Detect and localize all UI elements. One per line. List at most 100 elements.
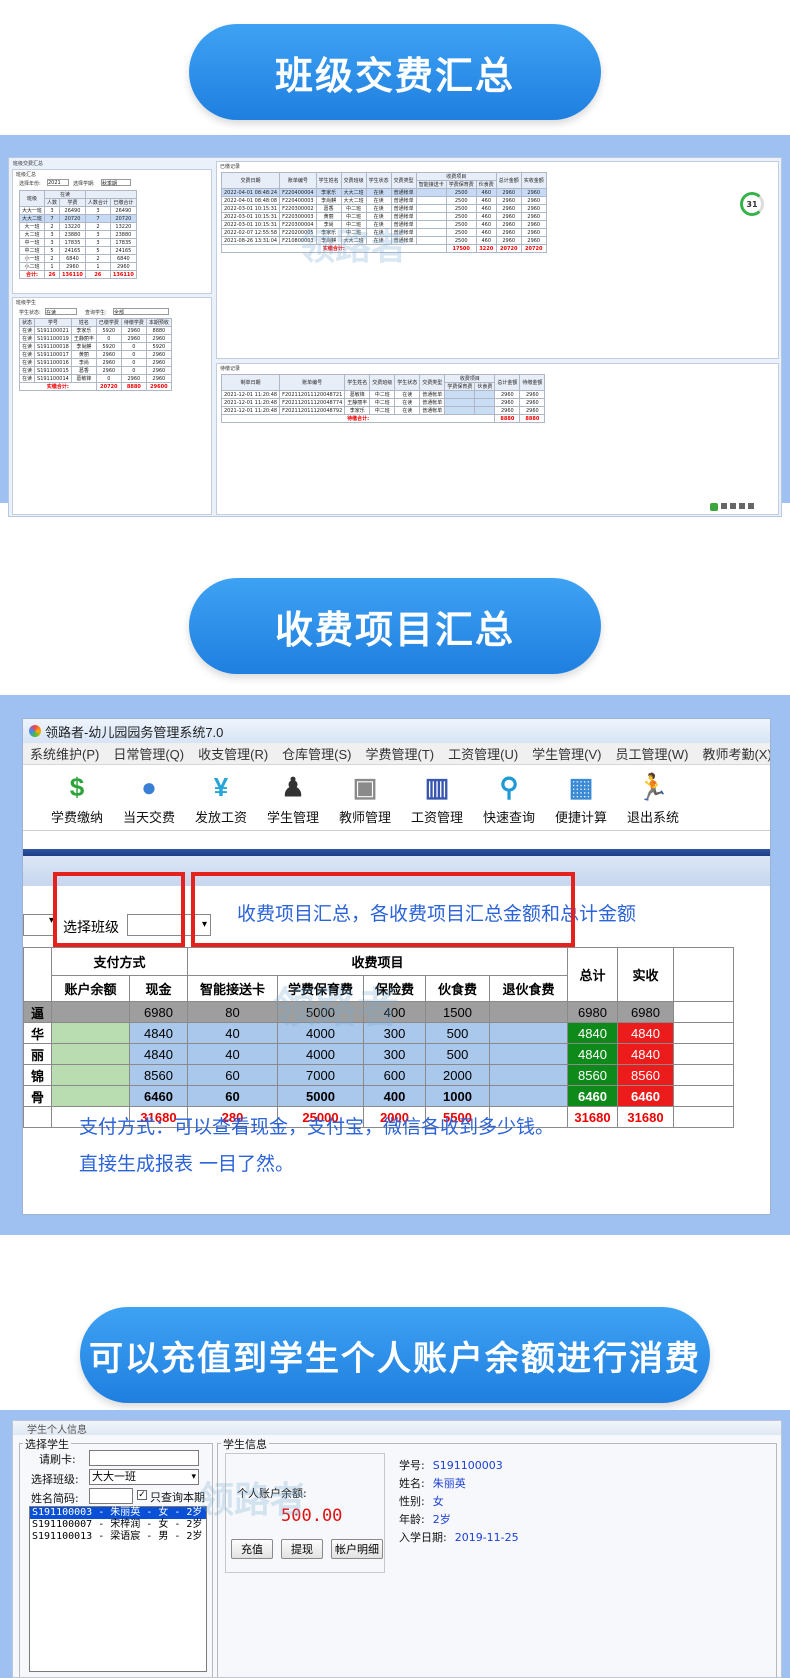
table-cell: 6460 bbox=[129, 1085, 188, 1107]
column-header: 总计金额 bbox=[494, 374, 521, 391]
toolbar-button-2[interactable]: ¥ 发放工资 bbox=[185, 770, 257, 830]
table-row[interactable]: 2021-12-01 11:20:48 F202112011120048721 葛敏… bbox=[220, 390, 546, 399]
toolbar-button-4[interactable]: ▣ 教师管理 bbox=[329, 770, 401, 830]
toolbar-button-1[interactable]: ● 当天交费 bbox=[113, 770, 185, 830]
menu-item[interactable]: 学费管理(T) bbox=[359, 744, 442, 763]
table-row[interactable]: 骨 6460 60 5000 400 1000 6460 6460 bbox=[23, 1085, 734, 1107]
table-row[interactable]: 在读 S191100016 李尚 2960 0 2960 bbox=[18, 358, 172, 367]
student-list-item[interactable]: S191100003 - 朱丽英 - 女 - 2岁 bbox=[30, 1507, 206, 1519]
toolbar-button-3[interactable]: ♟ 学生管理 bbox=[257, 770, 329, 830]
table-cell: 4840 bbox=[567, 1022, 618, 1044]
class-table: 班级 在读 人数 学费 人数合计 已缴合计 大大一班 3 26490 3 26490 大大二班 7 207… bbox=[18, 190, 137, 279]
recharge-button[interactable]: 充值 bbox=[231, 1539, 273, 1559]
withdraw-button[interactable]: 提现 bbox=[281, 1539, 323, 1559]
term-select[interactable]: 秋季期 bbox=[101, 179, 131, 187]
student-list-item[interactable]: S191100013 - 梁语宸 - 男 - 2岁 bbox=[30, 1531, 206, 1543]
table-row[interactable]: 中二班 5 24165 5 24165 bbox=[18, 246, 137, 255]
toolbar-button-8[interactable]: 🏃 退出系统 bbox=[617, 770, 689, 830]
table-row[interactable]: 在读 S191100014 葛敏锋 0 2960 2960 bbox=[18, 374, 172, 383]
total-label: 实缴合计: bbox=[221, 244, 447, 253]
year-select[interactable]: 2021 bbox=[47, 179, 69, 186]
table-cell: 2960 bbox=[519, 398, 546, 407]
tray-icons bbox=[710, 503, 770, 511]
yen-icon: ¥ bbox=[213, 771, 229, 802]
paid-records-title: 已缴记录 bbox=[220, 164, 241, 170]
menu-item[interactable]: 系统维护(P) bbox=[23, 744, 106, 763]
table-row[interactable]: 2022-03-01 10:15:31 F220300003 黄丽 中二班 在读 普通帐单… bbox=[220, 212, 547, 221]
table-row[interactable]: 在读 S191100017 黄丽 2960 0 2960 bbox=[18, 350, 172, 359]
table-row[interactable]: 在读 S191100019 王静丽丰 0 2960 2960 bbox=[18, 334, 172, 343]
table-cell: 2960 bbox=[95, 358, 122, 367]
column-header: 学费保育费 bbox=[444, 382, 476, 391]
table-row[interactable]: 大大一班 3 26490 3 26490 bbox=[18, 206, 137, 215]
toolbar-button-0[interactable]: $ 学费缴纳 bbox=[41, 770, 113, 830]
account-detail-button[interactable]: 帐户明细 bbox=[331, 1539, 383, 1559]
toolbar-button-6[interactable]: ⚲ 快速查询 bbox=[473, 770, 545, 830]
card-input[interactable] bbox=[89, 1450, 199, 1466]
table-cell: 400 bbox=[363, 1001, 426, 1023]
table-row[interactable]: 2021-08-26 13:31:04 F210800003 李尚麒 大大二班 在读 普通… bbox=[220, 236, 547, 245]
pay-method-group-header: 支付方式 bbox=[51, 947, 188, 976]
class-select[interactable]: 大大一班 ▾ bbox=[89, 1469, 199, 1485]
fee-select[interactable]: 全部 bbox=[113, 308, 169, 316]
table-row[interactable]: 丽 4840 40 4000 300 500 4840 4840 bbox=[23, 1043, 734, 1065]
table-row[interactable]: 2022-03-01 10:15:31 F220300002 葛香 中二班 在读 普通帐单… bbox=[220, 204, 547, 213]
table-row[interactable]: 在读 S191100015 葛香 2960 0 2960 bbox=[18, 366, 172, 375]
table-row[interactable]: 大一班 2 13220 2 13220 bbox=[18, 222, 137, 231]
table-row[interactable]: 2022-04-01 08:48:24 F220400004 李家乐 大大二班 在读 普通… bbox=[220, 188, 547, 197]
column-header: 学生状态 bbox=[365, 172, 392, 189]
table-row[interactable]: 逼 6980 80 5000 400 1500 6980 6980 bbox=[23, 1001, 734, 1023]
column-header: 人数合计 bbox=[84, 198, 111, 207]
table-row[interactable]: 2022-03-01 10:15:31 F220300004 李尚 中二班 在读 普通帐单… bbox=[220, 220, 547, 229]
menu-item[interactable]: 工资管理(U) bbox=[441, 744, 525, 763]
table-row[interactable]: 小一班 2 6840 2 6840 bbox=[18, 254, 137, 263]
table-cell: 李家乐 bbox=[315, 228, 342, 237]
table-row[interactable]: 锦 8560 60 7000 600 2000 8560 8560 bbox=[23, 1064, 734, 1086]
table-cell: 在读 bbox=[365, 196, 392, 205]
table-row[interactable]: 2021-12-01 11:20:48 F202112011120048774 王静… bbox=[220, 398, 546, 407]
table-cell bbox=[489, 1043, 568, 1065]
only-current-checkbox[interactable]: ✓ bbox=[137, 1490, 147, 1500]
info-value: 2岁 bbox=[432, 1513, 451, 1526]
magnifier-icon: ⚲ bbox=[499, 771, 519, 802]
table-row[interactable]: 华 4840 40 4000 300 500 4840 4840 bbox=[23, 1022, 734, 1044]
table-row[interactable]: 小二班 1 2960 1 2960 bbox=[18, 262, 137, 271]
table-row[interactable]: 2022-02-07 12:55:58 F220200005 李家乐 中二班 在读 普通帐… bbox=[220, 228, 547, 237]
column-header: 姓名 bbox=[70, 318, 97, 327]
menu-item[interactable]: 收支管理(R) bbox=[191, 744, 275, 763]
student-list[interactable]: S191100003 - 朱丽英 - 女 - 2岁 S191100007 - 宋梓… bbox=[29, 1506, 207, 1672]
table-row[interactable]: 大二班 3 23880 3 23880 bbox=[18, 230, 137, 239]
menu-item[interactable]: 仓库管理(S) bbox=[275, 744, 358, 763]
table-row[interactable]: 在读 S191100018 李尚麒 5920 0 5920 bbox=[18, 342, 172, 351]
table-cell: 李家乐 bbox=[344, 406, 371, 415]
total-cell: 20720 bbox=[495, 244, 522, 253]
table-cell: 普通帐单 bbox=[390, 196, 417, 205]
table-cell: 在读 bbox=[365, 220, 392, 229]
menu-item[interactable]: 员工管理(W) bbox=[609, 744, 696, 763]
table-row[interactable]: 2021-12-01 11:20:48 F202112011120048792 李家… bbox=[220, 406, 546, 415]
table-cell: 6840 bbox=[109, 254, 137, 263]
column-header: 交费班级 bbox=[369, 374, 396, 391]
menu-item[interactable]: 日常管理(Q) bbox=[106, 744, 191, 763]
status-select[interactable]: 在读 bbox=[45, 308, 77, 316]
table-row[interactable]: 在读 S191100021 李家乐 5920 2960 8880 bbox=[18, 326, 172, 335]
table-cell: 3 bbox=[44, 238, 61, 247]
table-cell bbox=[415, 236, 447, 245]
table-cell: 13220 bbox=[59, 222, 86, 231]
toolbar-button-5[interactable]: ▥ 工资管理 bbox=[401, 770, 473, 830]
table-row[interactable]: 2022-04-01 08:48:08 F220400003 李尚麒 大大二班 在读 普通… bbox=[220, 196, 547, 205]
table-cell: 在读 bbox=[18, 366, 36, 375]
total-row: 实缴合计: 17500 3220 20720 20720 bbox=[221, 244, 547, 253]
table-row[interactable]: 中一班 3 17835 3 17835 bbox=[18, 238, 137, 247]
toolbar-button-7[interactable]: ▦ 便捷计算 bbox=[545, 770, 617, 830]
header-title: 班级交费汇总 bbox=[274, 53, 515, 98]
table-cell: 8880 bbox=[145, 326, 172, 335]
menu-item[interactable]: 学生管理(V) bbox=[525, 744, 608, 763]
table-row[interactable]: 大大二班 7 20720 7 20720 bbox=[18, 214, 137, 223]
menu-item[interactable]: 教师考勤(X) bbox=[695, 744, 770, 763]
pinyin-input[interactable] bbox=[89, 1488, 133, 1504]
table-cell: 5 bbox=[44, 246, 61, 255]
left-dropdown[interactable]: ▾ bbox=[23, 914, 57, 936]
student-list-item[interactable]: S191100007 - 宋梓润 - 女 - 2岁 bbox=[30, 1519, 206, 1531]
table-cell: 在读 bbox=[18, 342, 36, 351]
